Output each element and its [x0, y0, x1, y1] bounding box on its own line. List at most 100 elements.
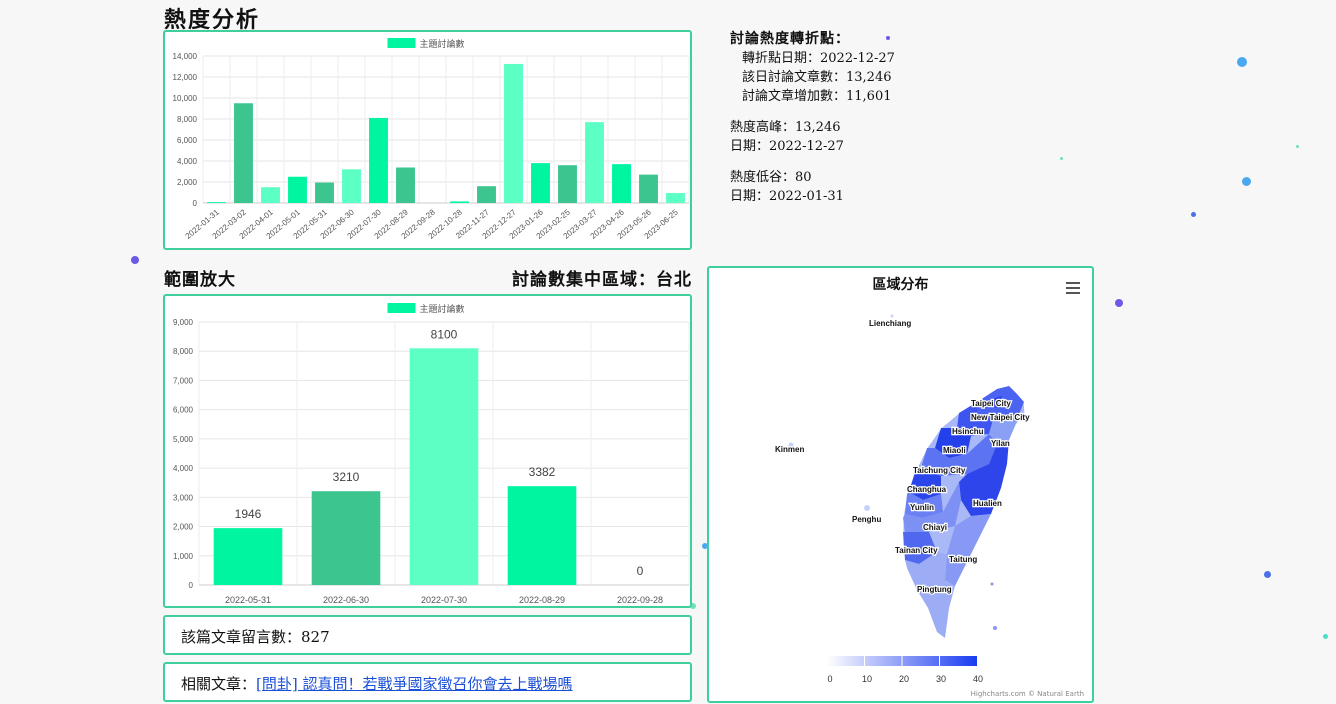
bar[interactable]	[531, 163, 550, 203]
x-tick-label: 2022-08-29	[519, 595, 565, 605]
peak-date: 日期：2022-12-27	[730, 139, 844, 154]
comment-count-box: 該篇文章留言數：827	[163, 615, 692, 655]
y-tick-label: 2,000	[177, 178, 198, 187]
related-article: 相關文章：[問卦] 認真問！若戰爭國家徵召你會去上戰場嗎	[181, 673, 573, 694]
y-tick-label: 8,000	[173, 347, 194, 356]
related-label: 相關文章：	[181, 675, 257, 693]
region-label: Hualien	[973, 499, 1002, 508]
legend-swatch[interactable]	[387, 303, 416, 313]
map-credit[interactable]: Highcharts.com © Natural Earth	[971, 690, 1084, 698]
region-label: Lienchiang	[869, 319, 911, 328]
color-scale-tick: 40	[973, 674, 983, 684]
bar[interactable]	[213, 528, 283, 585]
y-tick-label: 0	[189, 581, 194, 590]
y-tick-label: 12,000	[173, 73, 198, 82]
bar[interactable]	[234, 103, 253, 203]
taiwan-map: Lienchiang Kinmen Penghu Taipei City New Tai…	[774, 314, 1031, 684]
region-label: Changhua	[907, 485, 947, 494]
turning-count: 該日討論文章數：13,246	[742, 70, 892, 85]
bar[interactable]	[477, 186, 496, 203]
data-label: 3382	[529, 465, 556, 479]
comment-count: 該篇文章留言數：827	[181, 628, 330, 646]
y-tick-label: 14,000	[173, 52, 198, 61]
region-label: Yilan	[991, 439, 1010, 448]
low-date: 日期：2022-01-31	[730, 189, 844, 204]
y-tick-label: 9,000	[173, 318, 194, 327]
bar[interactable]	[612, 164, 631, 203]
region-label: New Taipei City	[971, 413, 1030, 422]
region-label: Taipei City	[971, 399, 1011, 408]
data-label: 1946	[235, 507, 262, 521]
y-tick-label: 4,000	[177, 157, 198, 166]
data-label: 3210	[333, 470, 360, 484]
data-label: 0	[637, 564, 644, 578]
x-tick-label: 2022-07-30	[421, 595, 467, 605]
heat-chart-panel: 主題討論數 0 2,000 4,000 6,000 8,000 10,000 12,000 14…	[163, 30, 692, 250]
legend-label[interactable]: 主題討論數	[420, 303, 465, 314]
related-article-box: 相關文章：[問卦] 認真問！若戰爭國家徵召你會去上戰場嗎	[163, 662, 692, 702]
region-label: Yunlin	[910, 503, 934, 512]
color-scale-tick: 30	[936, 674, 946, 684]
region-label: Hsinchu	[952, 427, 984, 436]
bar[interactable]	[666, 193, 685, 203]
island-dot	[993, 626, 997, 630]
peak-value: 熱度高峰：13,246	[730, 120, 841, 135]
bar[interactable]	[261, 187, 280, 203]
turning-increase: 討論文章增加數：11,601	[742, 89, 892, 104]
bar[interactable]	[639, 174, 658, 203]
decorative-dot	[1115, 299, 1123, 307]
y-tick-label: 7,000	[173, 376, 194, 385]
y-tick-label: 2,000	[173, 523, 194, 532]
turning-title: 討論熱度轉折點：	[730, 31, 850, 47]
decorative-dot	[1191, 212, 1196, 217]
bar[interactable]	[396, 167, 415, 203]
region-label: Miaoli	[943, 446, 966, 455]
low-value: 熱度低谷：80	[730, 170, 812, 185]
region-label: Tainan City	[895, 546, 938, 555]
data-label: 8100	[431, 327, 458, 341]
decorative-dot	[1060, 157, 1063, 160]
bar[interactable]	[288, 176, 307, 203]
x-tick-label: 2022-06-30	[323, 595, 369, 605]
heat-bar-chart: 主題討論數 0 2,000 4,000 6,000 8,000 10,000 12,000 14…	[173, 38, 690, 241]
x-tick-label: 2022-05-31	[225, 595, 271, 605]
region-penghu-shape	[864, 505, 870, 511]
decorative-dot	[1237, 57, 1247, 67]
bar[interactable]	[558, 165, 577, 203]
y-tick-label: 10,000	[173, 94, 198, 103]
y-tick-label: 1,000	[173, 552, 194, 561]
island-dot	[990, 582, 994, 586]
bar[interactable]	[507, 486, 577, 585]
decorative-dot	[1242, 177, 1251, 186]
bar[interactable]	[450, 201, 469, 203]
region-label: Taichung City	[913, 466, 966, 475]
bar[interactable]	[504, 63, 523, 204]
color-scale-tick: 20	[899, 674, 909, 684]
y-tick-label: 3,000	[173, 493, 194, 502]
legend-label[interactable]: 主題討論數	[420, 38, 465, 49]
region-lienchiang-shape	[890, 314, 894, 318]
y-tick-label: 4,000	[173, 464, 194, 473]
color-scale-tick: 10	[862, 674, 872, 684]
legend-swatch[interactable]	[387, 38, 416, 48]
color-scale-tick: 0	[827, 674, 832, 684]
y-tick-label: 6,000	[173, 406, 194, 415]
bar[interactable]	[315, 182, 334, 203]
bar[interactable]	[311, 491, 381, 585]
bar[interactable]	[369, 117, 388, 203]
y-tick-label: 0	[193, 199, 198, 208]
region-label: Chiayi	[923, 523, 947, 532]
y-tick-label: 8,000	[177, 115, 198, 124]
region-label: Kinmen	[775, 445, 804, 454]
y-tick-label: 5,000	[173, 435, 194, 444]
turning-point-info: 討論熱度轉折點： 轉折點日期：2022-12-27 該日討論文章數：13,246…	[730, 30, 895, 206]
decorative-dot	[1323, 634, 1328, 639]
related-article-link[interactable]: [問卦] 認真問！若戰爭國家徵召你會去上戰場嗎	[256, 675, 572, 693]
bar[interactable]	[207, 202, 226, 203]
bar[interactable]	[409, 348, 479, 585]
bar[interactable]	[342, 169, 361, 203]
decorative-dot	[131, 256, 139, 264]
bar[interactable]	[585, 122, 604, 203]
region-label: Penghu	[852, 515, 881, 524]
y-tick-label: 6,000	[177, 136, 198, 145]
